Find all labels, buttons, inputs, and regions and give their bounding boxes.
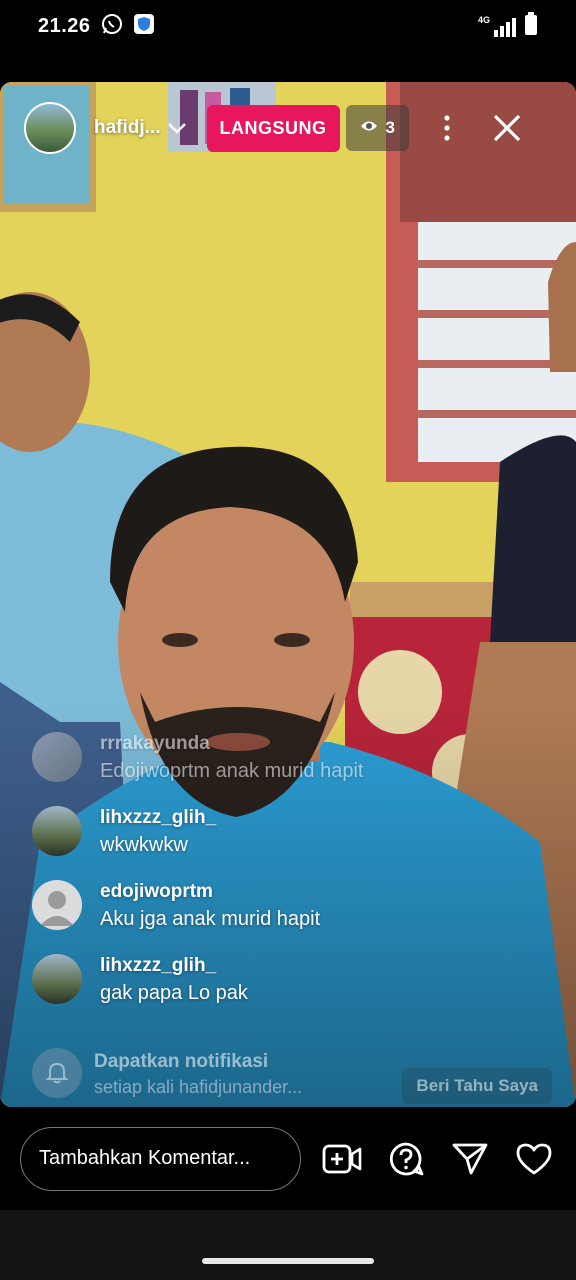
comment-item: rrrakayunda Edojiwoprtm anak murid hapit xyxy=(32,732,552,786)
live-header: hafidj... LANGSUNG 3 xyxy=(0,82,576,174)
viewer-count[interactable]: 3 xyxy=(345,105,409,151)
commenter-avatar[interactable] xyxy=(32,732,82,782)
host-avatar[interactable] xyxy=(24,102,76,154)
status-time: 21.26 xyxy=(38,14,91,37)
chevron-down-icon[interactable] xyxy=(167,121,187,135)
host-username[interactable]: hafidj... xyxy=(94,117,161,139)
notification-title: Dapatkan notifikasi xyxy=(94,1051,269,1072)
comment-username[interactable]: lihxzzz_glih_ xyxy=(100,954,248,978)
comment-text: wkwkwkw xyxy=(100,834,188,856)
live-video[interactable]: hafidj... LANGSUNG 3 rrrakayunda Edojiwo… xyxy=(0,82,576,1107)
heart-icon[interactable] xyxy=(512,1137,556,1181)
notification-subtitle: setiap kali hafidjunander... xyxy=(94,1077,303,1097)
comment-item: edojiwoprtm Aku jga anak murid hapit xyxy=(32,880,552,934)
more-options-icon[interactable] xyxy=(437,108,457,148)
comment-list: rrrakayunda Edojiwoprtm anak murid hapit… xyxy=(32,732,552,1028)
commenter-avatar[interactable] xyxy=(32,954,82,1004)
home-indicator[interactable] xyxy=(202,1258,374,1264)
close-icon[interactable] xyxy=(487,108,527,148)
system-nav-bar xyxy=(0,1210,576,1280)
comment-item: lihxzzz_glih_ gak papa Lo pak xyxy=(32,954,552,1008)
comment-text: Edojiwoprtm anak murid hapit xyxy=(100,760,364,782)
whatsapp-icon xyxy=(101,13,123,40)
comment-input[interactable]: Tambahkan Komentar... xyxy=(20,1126,301,1191)
send-icon[interactable] xyxy=(448,1137,492,1181)
notify-me-button[interactable]: Beri Tahu Saya xyxy=(402,1068,552,1104)
comment-text: gak papa Lo pak xyxy=(100,982,248,1004)
comment-username[interactable]: rrrakayunda xyxy=(100,732,363,756)
bottom-bar: Tambahkan Komentar... xyxy=(0,1107,576,1210)
comment-username[interactable]: edojiwoprtm xyxy=(100,880,320,904)
bell-icon xyxy=(32,1048,82,1098)
comment-text: Aku jga anak murid hapit xyxy=(100,908,321,930)
signal-icon: 4G xyxy=(478,15,516,37)
add-video-icon[interactable] xyxy=(320,1137,364,1181)
action-icons xyxy=(320,1137,556,1181)
live-badge: LANGSUNG xyxy=(206,104,340,152)
commenter-avatar[interactable] xyxy=(32,806,82,856)
eye-icon xyxy=(360,118,378,138)
viewer-count-value: 3 xyxy=(385,118,395,137)
comment-username[interactable]: lihxzzz_glih_ xyxy=(100,806,216,830)
comment-item: lihxzzz_glih_ wkwkwkw xyxy=(32,806,552,860)
battery-icon xyxy=(524,11,538,41)
notification-prompt: Dapatkan notifikasi setiap kali hafidjun… xyxy=(32,1048,552,1107)
default-avatar-icon[interactable] xyxy=(32,880,82,930)
shield-icon xyxy=(133,13,155,40)
network-label: 4G xyxy=(477,15,490,25)
question-icon[interactable] xyxy=(384,1137,428,1181)
status-bar: 21.26 4G xyxy=(0,0,576,52)
